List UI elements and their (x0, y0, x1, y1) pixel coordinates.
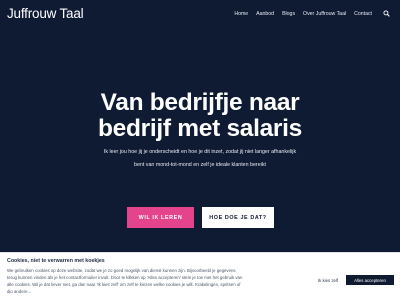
nav-item-aanbod[interactable]: Aanbod (256, 11, 274, 17)
nav-item-blogs[interactable]: Blogs (282, 11, 295, 17)
cookie-title: Cookies, niet te verwarren met koekjes (7, 258, 105, 264)
hoe-doe-je-dat-button[interactable]: HOE DOE JE DAT? (202, 207, 274, 228)
nav-item-home[interactable]: Home (234, 11, 248, 17)
cookie-text: We gebruiken cookies op deze website, zo… (7, 267, 300, 295)
cookie-text-line-3: alle cookies. Wil je dat liever niet, ga… (7, 282, 241, 287)
top-navbar: Juffrouw Taal Home Aanbod Blogs Over Juf… (0, 0, 400, 27)
cookie-text-line-4: dio andere... (7, 289, 32, 294)
main-nav: Home Aanbod Blogs Over Juffrouw Taal Con… (226, 10, 390, 17)
cookie-text-line-1: We gebruiken cookies op deze website, zo… (7, 268, 236, 273)
nav-item-over-juffrouw-taal[interactable]: Over Juffrouw Taal (303, 11, 346, 17)
search-icon[interactable] (383, 10, 390, 17)
hero-description: Ik leer jou hoe jij je onderscheidt en h… (80, 146, 320, 171)
hero-title-line-1: Van bedrijfje naar (100, 89, 300, 116)
alles-accepteren-button[interactable]: Alles accepteren (346, 275, 394, 285)
nav-item-contact[interactable]: Contact (354, 11, 372, 17)
hero-description-line-2: bent van mond-tot-mond en zelf je ideale… (134, 161, 266, 168)
cookie-text-line-2: terug kunnen vinden als je het contactfo… (7, 275, 243, 280)
hero-description-line-1: Ik leer jou hoe jij je onderscheidt en h… (103, 149, 297, 155)
site-logo[interactable]: Juffrouw Taal (7, 6, 84, 21)
hero-title: Van bedrijfje naar bedrijf met salaris (0, 90, 400, 142)
wil-ik-leren-button[interactable]: WIL IK LEREN (127, 207, 194, 228)
ik-kies-zelf-button[interactable]: Ik kies zelf (315, 275, 341, 285)
hero-title-line-2: bedrijf met salaris (98, 115, 302, 142)
